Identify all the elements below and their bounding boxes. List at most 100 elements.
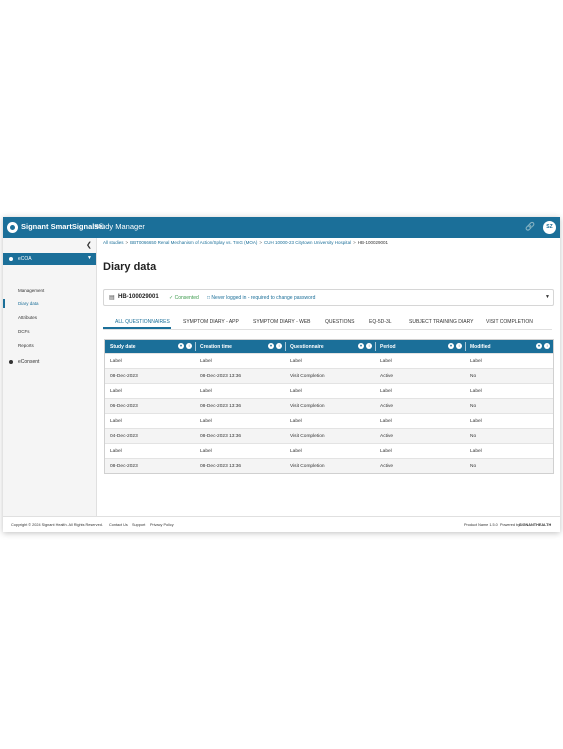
- table-row[interactable]: 06-Dec-2023 08-Dec-2023 13:36 Visit Comp…: [105, 398, 553, 413]
- cell-study-date: Label: [110, 448, 122, 454]
- tab-visit-completion[interactable]: VISIT COMPLETION: [486, 319, 533, 325]
- tab-eq-5d-3l[interactable]: EQ-5D-3L: [369, 319, 392, 325]
- diary-table: Study date ▾ ↕ Creation time ▾ ↕ Questio…: [104, 339, 554, 474]
- table-row[interactable]: Label Label Label Label Label: [105, 443, 553, 458]
- questionnaire-tabs: ALL QUESTIONNAIRES SYMPTOM DIARY - APP S…: [103, 316, 552, 330]
- cell-study-date: Label: [110, 358, 122, 364]
- page-title: Diary data: [103, 261, 157, 273]
- cell-creation-time: 08-Dec-2023 13:36: [200, 373, 242, 379]
- cell-creation-time: 08-Dec-2023 13:36: [200, 403, 242, 409]
- filter-icon[interactable]: ▾: [448, 343, 454, 349]
- sidebar-item-econsent[interactable]: eConsent: [3, 357, 96, 367]
- cell-creation-time: Label: [200, 448, 212, 454]
- filter-icon[interactable]: ▾: [178, 343, 184, 349]
- footer-link-privacy[interactable]: Privacy Policy: [150, 523, 174, 527]
- filter-icon[interactable]: ▾: [268, 343, 274, 349]
- sidebar-item-diary-data[interactable]: Diary data: [18, 301, 39, 306]
- breadcrumb: All studies > BBT0066650 Renal Mechanism o…: [103, 240, 388, 245]
- table-row[interactable]: 08-Dec-2023 08-Dec-2023 13:36 Visit Comp…: [105, 368, 553, 383]
- participant-id: HB-100029001: [118, 294, 159, 300]
- cell-modified: Label: [470, 448, 482, 454]
- participant-selector[interactable]: ▤ HB-100029001 ✓ Consented □ Never logge…: [103, 289, 554, 306]
- cell-period: Label: [380, 418, 392, 424]
- tab-subject-training-diary[interactable]: SUBJECT TRAINING DIARY: [409, 319, 473, 325]
- tab-symptom-diary-app[interactable]: SYMPTOM DIARY - APP: [183, 319, 239, 325]
- chevron-down-icon[interactable]: ▼: [545, 294, 550, 300]
- tab-questions[interactable]: QUESTIONS: [325, 319, 354, 325]
- app-window: Signant SmartSignals® Study Manager 🔗 SZ…: [3, 217, 560, 532]
- cell-period: Active: [380, 463, 394, 469]
- table-row[interactable]: Label Label Label Label Label: [105, 383, 553, 398]
- product-name: Study Manager: [94, 222, 145, 231]
- sidebar-item-label: eConsent: [18, 359, 40, 365]
- column-header-period[interactable]: Period: [380, 344, 396, 350]
- footer-link-support[interactable]: Support: [132, 523, 145, 527]
- table-row[interactable]: 04-Dec-2023 08-Dec-2023 13:36 Visit Comp…: [105, 428, 553, 443]
- breadcrumb-site[interactable]: CUH 10000-23 Citytown University Hospita…: [264, 240, 351, 245]
- tab-all-questionnaires[interactable]: ALL QUESTIONNAIRES: [115, 319, 170, 325]
- cell-modified: No: [470, 403, 477, 409]
- version-text: Product Name 1.5.0: [464, 523, 498, 527]
- login-status: □ Never logged in - required to change p…: [207, 294, 316, 301]
- column-header-modified[interactable]: Modified: [470, 344, 491, 350]
- cell-questionnaire: Visit Completion: [290, 373, 325, 379]
- cell-modified: No: [470, 463, 477, 469]
- brand-name: Signant SmartSignals®: [21, 222, 105, 231]
- cell-study-date: Label: [110, 388, 122, 394]
- sidebar-item-dcfs[interactable]: DCFs: [18, 329, 30, 334]
- sidebar-item-ecoa[interactable]: eCOA ▼: [3, 253, 96, 265]
- cell-period: Active: [380, 373, 394, 379]
- cell-period: Label: [380, 388, 392, 394]
- column-header-creation-time[interactable]: Creation time: [200, 344, 232, 350]
- sidebar: ❮ eCOA ▼ Management Diary data Attribute…: [3, 238, 97, 516]
- cell-questionnaire: Visit Completion: [290, 403, 325, 409]
- cell-study-date: Label: [110, 418, 122, 424]
- cell-questionnaire: Label: [290, 388, 302, 394]
- column-header-study-date[interactable]: Study date: [110, 344, 136, 350]
- table-row[interactable]: Label Label Label Label Label: [105, 353, 553, 368]
- cell-period: Label: [380, 358, 392, 364]
- cell-study-date: 08-Dec-2023: [110, 373, 138, 379]
- footer-link-contact[interactable]: Contact Us: [109, 523, 128, 527]
- sort-icon[interactable]: ↕: [456, 343, 462, 349]
- footer: Copyright © 2024 Signant Health. All Rig…: [3, 516, 560, 532]
- cell-modified: Label: [470, 388, 482, 394]
- table-header: Study date ▾ ↕ Creation time ▾ ↕ Questio…: [105, 340, 553, 353]
- table-row[interactable]: Label Label Label Label Label: [105, 413, 553, 428]
- sort-icon[interactable]: ↕: [366, 343, 372, 349]
- column-header-questionnaire[interactable]: Questionnaire: [290, 344, 324, 350]
- id-card-icon: ▤: [109, 295, 115, 301]
- breadcrumb-all-studies[interactable]: All studies: [103, 240, 124, 245]
- cell-questionnaire: Label: [290, 358, 302, 364]
- cell-period: Label: [380, 448, 392, 454]
- avatar[interactable]: SZ: [543, 221, 556, 234]
- cell-creation-time: 08-Dec-2023 13:36: [200, 433, 242, 439]
- powered-by-text: Powered by: [500, 523, 521, 527]
- cell-creation-time: 08-Dec-2023 13:36: [200, 463, 242, 469]
- cell-questionnaire: Visit Completion: [290, 463, 325, 469]
- sort-icon[interactable]: ↕: [276, 343, 282, 349]
- cell-creation-time: Label: [200, 388, 212, 394]
- collapse-sidebar-icon[interactable]: ❮: [86, 241, 92, 249]
- tab-symptom-diary-web[interactable]: SYMPTOM DIARY - WEB: [253, 319, 311, 325]
- cell-study-date: 06-Dec-2023: [110, 403, 138, 409]
- cell-period: Active: [380, 433, 394, 439]
- sidebar-item-attributes[interactable]: Attributes: [18, 315, 37, 320]
- signant-health-logo: SIGNANTHEALTH: [519, 523, 552, 527]
- breadcrumb-study[interactable]: BBT0066650 Renal Mechanism of Action/Spl…: [130, 240, 257, 245]
- sidebar-item-management[interactable]: Management: [18, 288, 44, 293]
- filter-icon[interactable]: ▾: [358, 343, 364, 349]
- copyright-text: Copyright © 2024 Signant Health. All Rig…: [11, 523, 103, 527]
- signant-logo-icon: [7, 222, 18, 233]
- table-row[interactable]: 08-Dec-2023 08-Dec-2023 13:36 Visit Comp…: [105, 458, 553, 473]
- link-icon[interactable]: 🔗: [525, 222, 535, 231]
- cell-study-date: 08-Dec-2023: [110, 463, 138, 469]
- sort-icon[interactable]: ↕: [544, 343, 550, 349]
- active-tab-indicator: [103, 327, 171, 329]
- sidebar-item-reports[interactable]: Reports: [18, 343, 34, 348]
- filter-icon[interactable]: ▾: [536, 343, 542, 349]
- sort-icon[interactable]: ↕: [186, 343, 192, 349]
- cell-creation-time: Label: [200, 418, 212, 424]
- cell-questionnaire: Label: [290, 448, 302, 454]
- active-indicator: [3, 299, 5, 308]
